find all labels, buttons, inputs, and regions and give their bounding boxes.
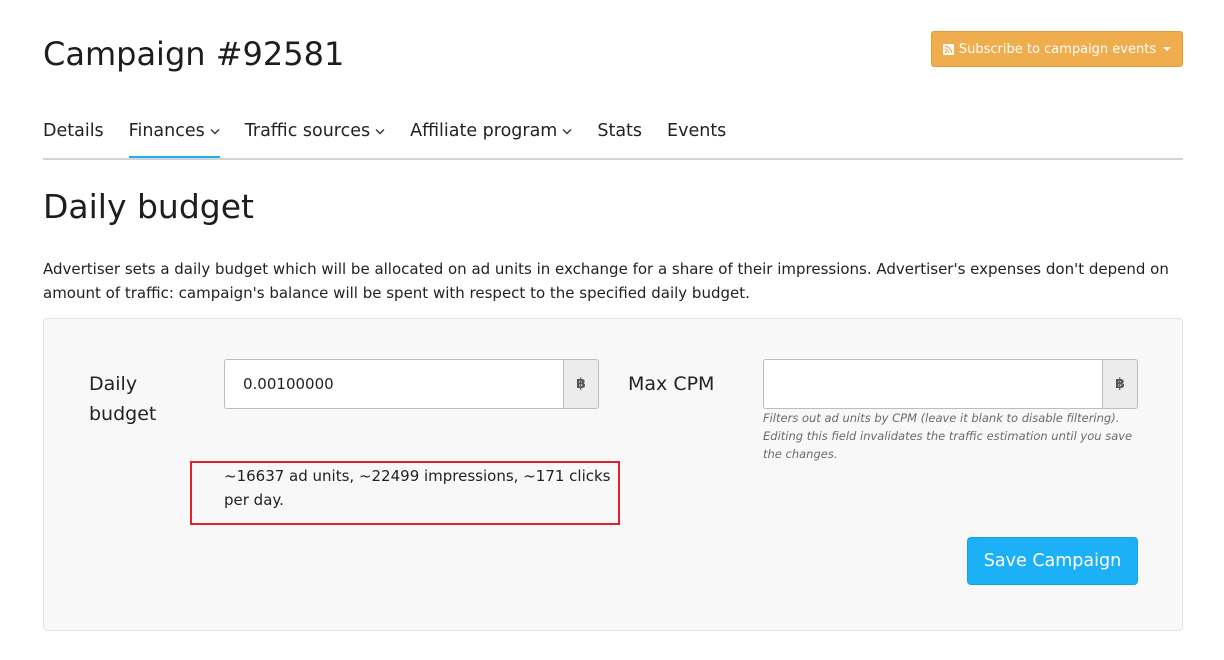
tab-label: Finances bbox=[128, 121, 205, 141]
max-cpm-input[interactable] bbox=[763, 359, 1102, 409]
max-cpm-help-text: Filters out ad units by CPM (leave it bl… bbox=[763, 411, 1133, 461]
tab-label: Affiliate program bbox=[410, 121, 558, 141]
rss-icon bbox=[942, 43, 954, 55]
chevron-down-icon bbox=[562, 128, 572, 134]
budget-form-panel: Daily budget ฿ Max CPM ฿ Filters out ad … bbox=[43, 318, 1183, 631]
tab-finances[interactable]: Finances bbox=[128, 108, 220, 158]
tab-label: Events bbox=[667, 121, 727, 141]
subscribe-button[interactable]: Subscribe to campaign events bbox=[931, 31, 1183, 67]
page-title: Campaign #92581 bbox=[43, 35, 345, 73]
subscribe-button-label: Subscribe to campaign events bbox=[958, 41, 1157, 57]
tab-affiliate-program[interactable]: Affiliate program bbox=[410, 108, 572, 154]
max-cpm-group: ฿ bbox=[763, 359, 1138, 409]
chevron-down-icon bbox=[375, 128, 385, 134]
tab-details[interactable]: Details bbox=[43, 108, 104, 154]
tab-label: Stats bbox=[597, 121, 643, 141]
caret-down-icon bbox=[1163, 47, 1172, 51]
tab-events[interactable]: Events bbox=[667, 108, 726, 154]
chevron-down-icon bbox=[210, 128, 220, 134]
tab-traffic-sources[interactable]: Traffic sources bbox=[245, 108, 385, 154]
tab-label: Details bbox=[43, 121, 104, 141]
traffic-estimate: ~16637 ad units, ~22499 impressions, ~17… bbox=[224, 467, 611, 509]
daily-budget-group: ฿ bbox=[224, 359, 599, 409]
tab-label: Traffic sources bbox=[244, 121, 371, 141]
section-title: Daily budget bbox=[43, 187, 254, 226]
campaign-tabs: Details Finances Traffic sources Affilia… bbox=[43, 108, 1183, 160]
save-campaign-button[interactable]: Save Campaign bbox=[967, 537, 1138, 585]
daily-budget-label: Daily budget bbox=[89, 373, 157, 425]
bitcoin-icon: ฿ bbox=[563, 359, 599, 409]
section-description: Advertiser sets a daily budget which wil… bbox=[43, 260, 1169, 302]
bitcoin-icon: ฿ bbox=[1102, 359, 1138, 409]
max-cpm-label: Max CPM bbox=[628, 373, 715, 395]
daily-budget-input[interactable] bbox=[224, 359, 563, 409]
tab-stats[interactable]: Stats bbox=[597, 108, 642, 154]
